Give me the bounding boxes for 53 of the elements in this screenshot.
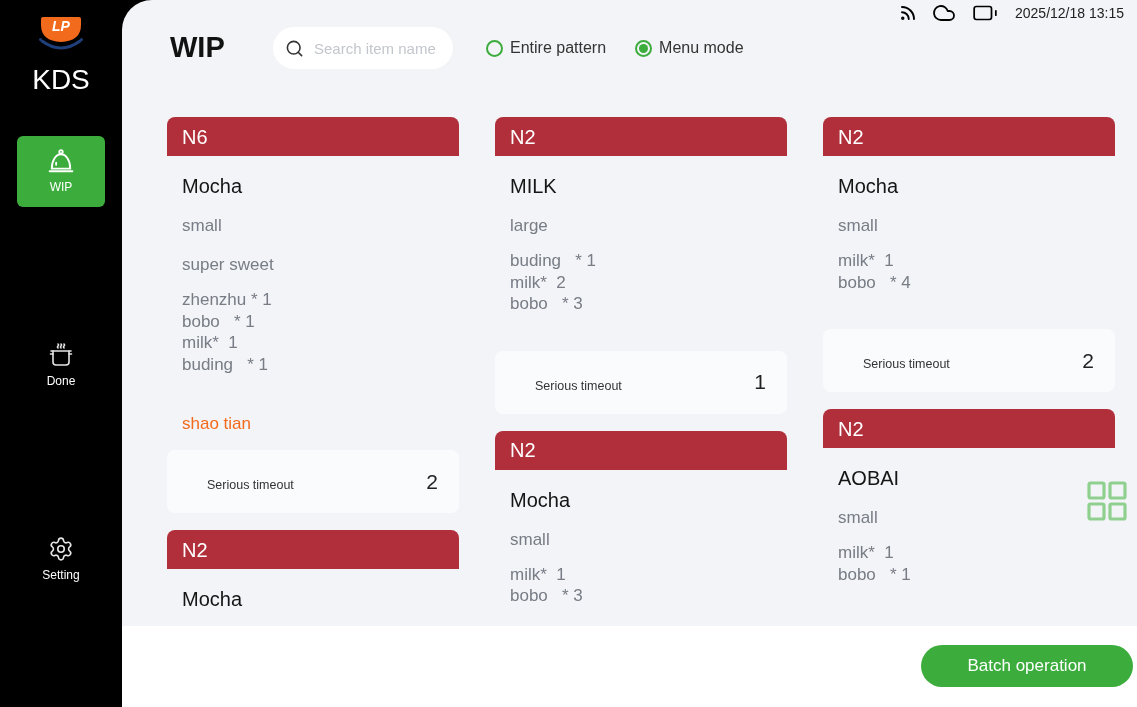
timeout-count: 2: [1082, 347, 1094, 374]
item-option: large: [510, 215, 548, 237]
item-option: small: [838, 507, 878, 529]
app-logo: LP: [38, 15, 84, 51]
item-option: small: [182, 215, 222, 237]
item-option: super sweet: [182, 254, 274, 276]
settings-icon: [48, 536, 74, 562]
extra-item: milk* 1: [510, 563, 566, 585]
extra-item: bobo * 4: [838, 271, 911, 293]
extra-item: milk* 1: [838, 250, 894, 272]
order-number: N2: [838, 416, 864, 441]
timeout-count: 2: [426, 468, 438, 495]
extra-item: milk* 1: [838, 542, 894, 564]
search-icon: [285, 38, 304, 58]
mode-option[interactable]: Menu mode: [635, 36, 744, 60]
nav-item[interactable]: Setting: [17, 524, 105, 595]
item-name: AOBAI: [838, 466, 900, 490]
timeout-label: Serious timeout: [207, 477, 294, 495]
extra-item: buding * 1: [510, 250, 596, 272]
timeout-label: Serious timeout: [863, 356, 950, 374]
extra-item: zhenzhu * 1: [182, 289, 272, 311]
search-field[interactable]: Search item name: [273, 27, 453, 69]
extra-item: milk* 2: [510, 271, 566, 293]
order-number: N2: [838, 124, 864, 149]
item-name: Mocha: [510, 487, 571, 512]
extra-item: bobo * 1: [182, 310, 255, 332]
extra-item: bobo * 1: [838, 563, 911, 585]
order-number: N2: [182, 537, 208, 562]
extra-item: buding * 1: [182, 353, 268, 375]
item-name: MILK: [510, 174, 557, 198]
nav-item[interactable]: Done: [17, 330, 105, 401]
order-number: N6: [182, 124, 208, 149]
order-number: N2: [510, 124, 536, 149]
mode-option[interactable]: Entire pattern: [486, 36, 607, 60]
app-name: KDS: [32, 64, 90, 96]
extra-item: milk* 1: [182, 332, 238, 354]
item-option: small: [510, 528, 550, 551]
order-number: N2: [510, 438, 536, 462]
item-name: Mocha: [182, 174, 243, 198]
pot-icon: [49, 343, 73, 367]
order-note: shao tian: [182, 413, 251, 435]
extra-item: bobo * 3: [510, 293, 583, 315]
extra-item: bobo * 3: [510, 585, 583, 607]
date-time: 2025/12/18 13:15: [1015, 3, 1124, 23]
signal-icon: [899, 4, 917, 22]
timeout-label: Serious timeout: [535, 377, 622, 395]
timeout-count: 1: [754, 369, 766, 396]
cloche-icon: [48, 149, 74, 173]
item-name: Mocha: [182, 587, 243, 611]
grid-icon[interactable]: [1087, 481, 1127, 521]
page-title: WIP: [170, 30, 226, 66]
item-option: small: [838, 215, 878, 237]
item-name: Mocha: [838, 174, 899, 198]
